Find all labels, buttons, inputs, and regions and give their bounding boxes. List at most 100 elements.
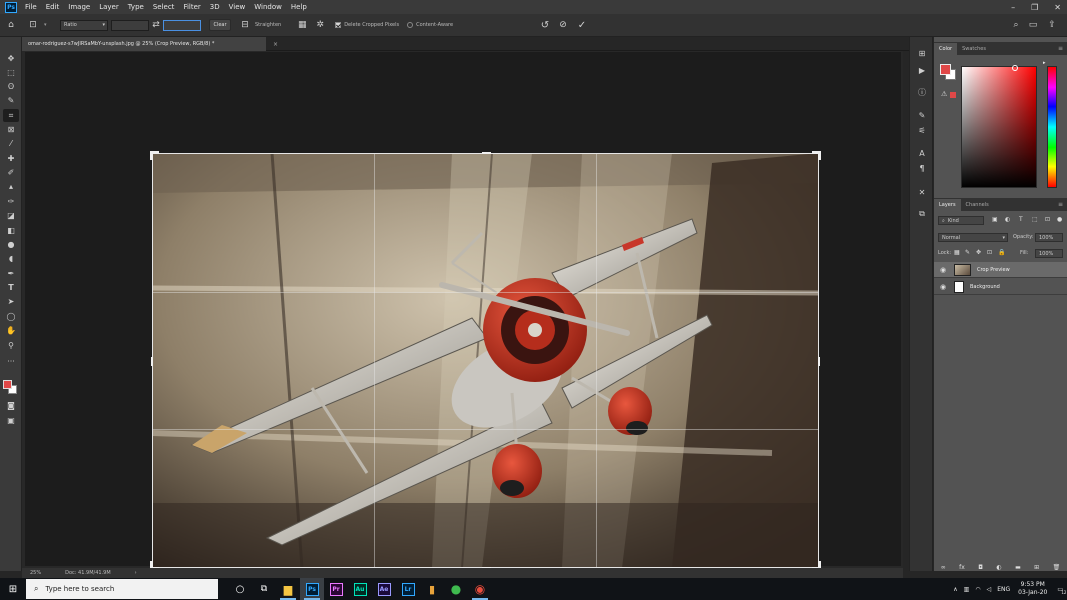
history-icon[interactable]: ⧉ [914, 207, 930, 220]
marquee-tool-icon[interactable]: ⬚ [3, 66, 19, 79]
menu-help[interactable]: Help [291, 3, 307, 11]
clock[interactable]: 9:53 PM 03-Jan-20 [1018, 581, 1047, 597]
eye-icon[interactable]: ◉ [940, 283, 950, 291]
menu-filter[interactable]: Filter [183, 3, 200, 11]
libraries-icon[interactable]: ⊞ [914, 47, 930, 60]
file-explorer-icon[interactable]: ▆ [276, 578, 300, 600]
straighten-icon[interactable]: ⊟ [237, 20, 253, 30]
tray-chevron-icon[interactable]: ∧ [953, 586, 957, 593]
gamut-warning-icon[interactable]: ⚠ [941, 90, 947, 98]
new-layer-icon[interactable]: ⊞ [1034, 564, 1039, 571]
filter-type-icon[interactable]: T [1019, 216, 1023, 223]
delete-cropped-checkbox[interactable]: Delete Cropped Pixels [335, 22, 399, 28]
filter-adjust-icon[interactable]: ◐ [1005, 216, 1010, 223]
move-tool-icon[interactable]: ✥ [3, 52, 19, 65]
clear-button[interactable]: Clear [209, 19, 231, 31]
quick-select-tool-icon[interactable]: ✎ [3, 94, 19, 107]
tab-layers[interactable]: Layers [934, 199, 961, 211]
taskbar-search-input[interactable]: ⌕ Type here to search [26, 579, 218, 599]
photoshop-taskbar-icon[interactable]: Ps [300, 578, 324, 600]
zoom-level[interactable]: 25% [30, 570, 41, 576]
adjustments-icon[interactable]: ⚟ [914, 124, 930, 137]
filter-toggle-icon[interactable]: ● [1057, 216, 1062, 223]
shape-tool-icon[interactable]: ◯ [3, 310, 19, 323]
home-icon[interactable]: ⌂ [0, 20, 22, 30]
tab-color[interactable]: Color [934, 43, 958, 55]
volume-icon[interactable]: ◁ [987, 586, 992, 593]
brush-tool-icon[interactable]: ✐ [3, 166, 19, 179]
workspace-icon[interactable]: ▭ [1027, 20, 1039, 30]
share-icon[interactable]: ⇪ [1046, 20, 1058, 30]
filter-shape-icon[interactable]: ⬚ [1032, 216, 1038, 223]
tab-swatches[interactable]: Swatches [957, 43, 991, 55]
info-icon[interactable]: ⓘ [914, 86, 930, 99]
ratio-select[interactable]: Ratio ▾ [60, 19, 108, 31]
crop-tool-icon[interactable]: ⌗ [3, 109, 19, 122]
language-indicator[interactable]: ENG [997, 586, 1010, 593]
search-icon[interactable]: ⌕ [1010, 20, 1022, 30]
green-app-icon[interactable]: ● [444, 578, 468, 600]
swap-ratio-icon[interactable]: ⇄ [149, 20, 163, 30]
photo-biplane[interactable] [152, 153, 819, 568]
pen-tool-icon[interactable]: ✒ [3, 267, 19, 280]
menu-window[interactable]: Window [254, 3, 282, 11]
blur-tool-icon[interactable]: ● [3, 238, 19, 251]
menu-layer[interactable]: Layer [99, 3, 119, 11]
menu-3d[interactable]: 3D [210, 3, 220, 11]
windows-start-icon[interactable]: ⊞ [0, 578, 26, 600]
close-tab-icon[interactable]: × [273, 41, 278, 48]
play-actions-icon[interactable]: ▶ [914, 64, 930, 77]
kind-filter-select[interactable]: ⌕ Kind [938, 216, 984, 225]
gear-icon[interactable]: ✲ [313, 20, 327, 30]
foreground-color-swatch[interactable] [940, 64, 951, 75]
adjustment-layer-icon[interactable]: ◐ [996, 564, 1001, 571]
eyedropper-tool-icon[interactable]: ⁄ [3, 137, 19, 150]
filter-smart-icon[interactable]: ⊡ [1045, 216, 1050, 223]
after-effects-taskbar-icon[interactable]: Ae [372, 578, 396, 600]
lock-paint-icon[interactable]: ✎ [965, 249, 970, 256]
tools-settings-icon[interactable]: ✕ [914, 186, 930, 199]
maximize-button[interactable]: ❐ [1031, 3, 1038, 12]
eye-icon[interactable]: ◉ [940, 266, 950, 274]
menu-select[interactable]: Select [153, 3, 175, 11]
preset-arrow-icon[interactable]: ▾ [44, 22, 50, 28]
straighten-label[interactable]: Straighten [255, 22, 281, 28]
close-window-button[interactable]: ✕ [1054, 3, 1061, 12]
dodge-tool-icon[interactable]: ◖ [3, 252, 19, 265]
lightroom-taskbar-icon[interactable]: Lr [396, 578, 420, 600]
color-field[interactable] [961, 65, 1037, 188]
blend-mode-select[interactable]: Normal ▾ [938, 233, 1008, 242]
type-tool-icon[interactable]: T [3, 281, 19, 294]
notification-icon[interactable]: ▭ 12 [1057, 586, 1066, 595]
screen-mode-icon[interactable]: ▣ [3, 414, 19, 427]
new-group-icon[interactable]: ▬ [1015, 564, 1021, 571]
character-icon[interactable]: A [914, 147, 930, 160]
fill-input[interactable]: 100% [1035, 249, 1063, 258]
hue-slider-handle[interactable]: ▸ [1043, 60, 1046, 66]
menu-file[interactable]: File [25, 3, 37, 11]
link-layers-icon[interactable]: ∞ [941, 564, 946, 571]
menu-edit[interactable]: Edit [46, 3, 60, 11]
add-mask-icon[interactable]: ◘ [978, 564, 983, 571]
eraser-tool-icon[interactable]: ◪ [3, 209, 19, 222]
menu-type[interactable]: Type [128, 3, 144, 11]
crop-preset-icon[interactable]: ⊡ [22, 20, 44, 30]
delete-layer-icon[interactable]: 🗑 [1053, 564, 1061, 571]
reset-icon[interactable]: ↺ [538, 20, 552, 31]
height-ratio-input[interactable] [163, 19, 201, 31]
audition-taskbar-icon[interactable]: Au [348, 578, 372, 600]
lock-artboard-icon[interactable]: ⊡ [987, 249, 992, 256]
document-tab[interactable]: omar-rodriguez-s7wJIRSaMbY-unsplash.jpg … [22, 37, 278, 51]
lock-pixels-icon[interactable]: ▦ [954, 249, 960, 256]
layer-row-background[interactable]: ◉ Background [934, 279, 1067, 295]
menu-image[interactable]: Image [68, 3, 90, 11]
menu-view[interactable]: View [229, 3, 246, 11]
lock-move-icon[interactable]: ✥ [976, 249, 981, 256]
gradient-tool-icon[interactable]: ◧ [3, 224, 19, 237]
hand-tool-icon[interactable]: ✋ [3, 324, 19, 337]
quick-mask-icon[interactable]: ◙ [3, 399, 19, 412]
panel-menu-icon[interactable]: ≡ [1058, 45, 1063, 52]
charts-app-icon[interactable]: ▮ [420, 578, 444, 600]
commit-check-icon[interactable]: ✓ [575, 20, 589, 31]
task-view-icon[interactable]: ⧉ [252, 578, 276, 600]
